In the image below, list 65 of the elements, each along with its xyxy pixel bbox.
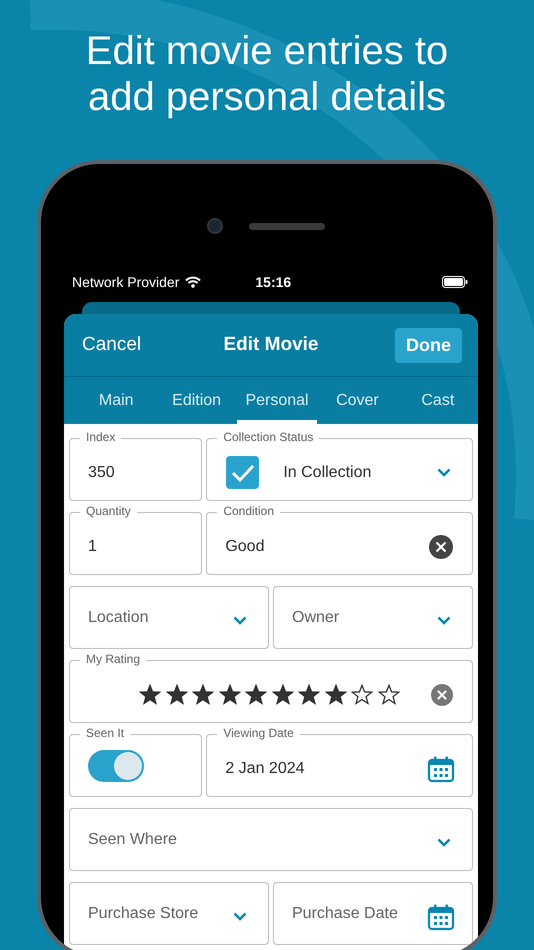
wifi-icon xyxy=(185,276,202,288)
chevron-down-icon xyxy=(437,616,451,625)
date-field[interactable]: Viewing Date 2 Jan 2024 xyxy=(206,726,473,797)
chevron-down-icon xyxy=(233,912,247,921)
field-value: Good xyxy=(225,538,266,556)
chevron-down-icon xyxy=(437,468,451,477)
dropdown-field[interactable]: Purchase Store xyxy=(69,874,269,945)
input-field[interactable]: Condition Good xyxy=(206,504,473,575)
filled-star-icon[interactable] xyxy=(139,684,162,705)
field-placeholder: Location xyxy=(88,608,150,628)
field-placeholder: Owner xyxy=(292,608,340,628)
input-field[interactable]: Quantity 1 xyxy=(69,504,202,575)
field-value: 350 xyxy=(88,464,115,482)
date-field[interactable]: Purchase Date xyxy=(273,874,473,945)
field-placeholder: Seen Where xyxy=(88,830,178,850)
clock-time: 15:16 xyxy=(255,274,292,290)
empty-star-icon[interactable] xyxy=(378,684,400,705)
field-value: In Collection xyxy=(283,464,372,482)
filled-star-icon[interactable] xyxy=(218,684,241,705)
filled-star-icon[interactable] xyxy=(166,684,188,705)
checkmark-icon xyxy=(230,462,255,482)
input-field[interactable]: Index 350 xyxy=(69,430,202,501)
field-label: Seen It xyxy=(80,726,130,740)
toggle-field[interactable]: Seen It xyxy=(69,726,202,797)
filled-star-icon[interactable] xyxy=(192,684,214,705)
field-placeholder: Purchase Store xyxy=(88,904,200,924)
field-label: Condition xyxy=(217,504,280,518)
field-label: My Rating xyxy=(80,652,146,666)
filled-star-icon[interactable] xyxy=(298,684,320,705)
tab[interactable]: Main xyxy=(76,377,156,424)
clear-icon[interactable] xyxy=(431,684,453,706)
calendar-icon[interactable] xyxy=(427,902,455,930)
filled-star-icon[interactable] xyxy=(245,684,268,705)
battery-icon xyxy=(442,276,468,288)
tab[interactable]: Edition xyxy=(156,377,237,424)
checkbox[interactable] xyxy=(226,456,260,489)
field-value: 1 xyxy=(88,538,97,556)
calendar-icon[interactable] xyxy=(427,754,455,782)
field-label: Viewing Date xyxy=(217,726,300,740)
done-button[interactable]: Done xyxy=(395,328,462,362)
tab[interactable]: Personal xyxy=(236,377,318,424)
field-placeholder: Purchase Date xyxy=(292,904,399,924)
headline: Edit movie entries to add personal details xyxy=(84,28,450,121)
filled-star-icon[interactable] xyxy=(272,684,294,705)
dropdown-field[interactable]: Seen Where xyxy=(69,800,473,871)
field-value: 2 Jan 2024 xyxy=(225,760,306,778)
clear-icon[interactable] xyxy=(429,534,453,558)
chevron-down-icon xyxy=(233,616,247,625)
dropdown-field[interactable]: Owner xyxy=(273,578,473,649)
field-label: Collection Status xyxy=(217,430,320,444)
field-label: Index xyxy=(80,430,122,444)
tab[interactable]: Cover xyxy=(317,377,398,424)
camera-icon xyxy=(207,218,223,234)
dropdown-field[interactable]: Location xyxy=(69,578,269,649)
empty-star-icon[interactable] xyxy=(351,684,374,705)
chevron-down-icon xyxy=(437,838,451,847)
filled-star-icon[interactable] xyxy=(324,684,347,705)
toggle-switch[interactable] xyxy=(88,750,144,782)
sheet-title: Edit Movie xyxy=(224,334,318,356)
input-field[interactable]: Collection Status In Collection xyxy=(206,430,473,501)
field-label: Quantity xyxy=(80,504,137,518)
carrier-name: Network Provider xyxy=(72,274,180,290)
cancel-button[interactable]: Cancel xyxy=(82,334,142,356)
tab[interactable]: Cast xyxy=(398,377,478,424)
rating-field[interactable]: My Rating xyxy=(69,652,473,723)
